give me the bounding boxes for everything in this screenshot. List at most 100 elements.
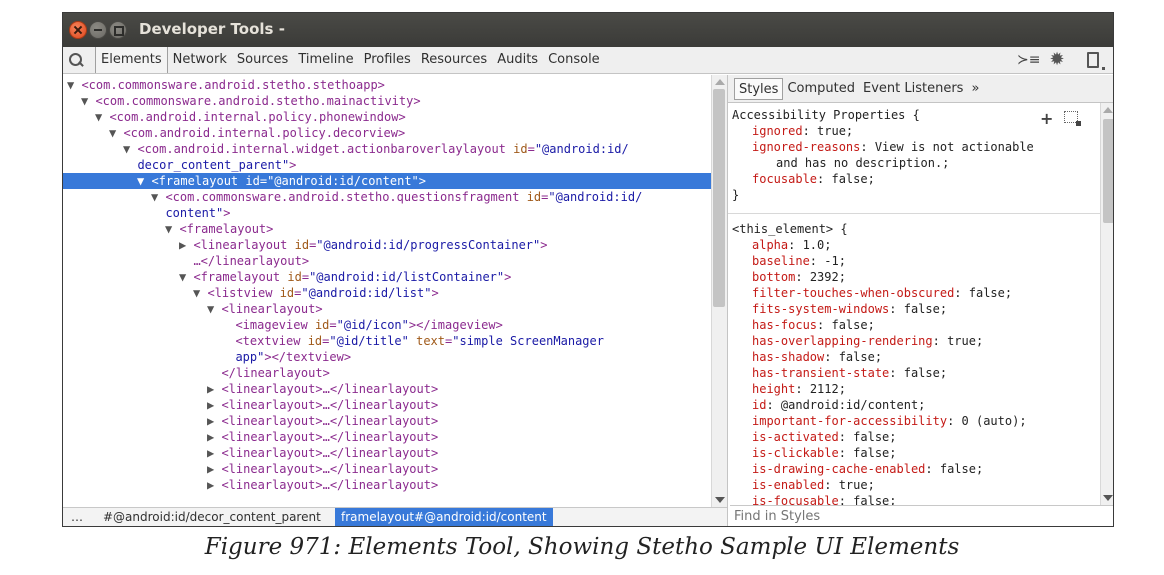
expand-down-icon[interactable]: ▼ bbox=[123, 142, 137, 156]
tab-console[interactable]: Console bbox=[543, 47, 605, 73]
search-icon[interactable] bbox=[67, 52, 87, 70]
title-bar[interactable]: Developer Tools - bbox=[63, 13, 1113, 47]
close-window-button[interactable] bbox=[69, 21, 87, 39]
dom-node[interactable]: ▼ <com.android.internal.policy.decorview… bbox=[63, 125, 711, 141]
sidebar-tab-computed[interactable]: Computed bbox=[783, 78, 859, 100]
dom-node[interactable]: ▶ <linearlayout id="@android:id/progress… bbox=[63, 237, 711, 253]
dom-node-selected[interactable]: ▼ <framelayout id="@android:id/content"> bbox=[63, 173, 711, 189]
breadcrumb-more[interactable]: … bbox=[71, 508, 83, 526]
expand-down-icon[interactable]: ▼ bbox=[179, 270, 193, 284]
more-tabs-icon[interactable]: » bbox=[967, 78, 983, 100]
style-property[interactable]: filter-touches-when-obscured: false; bbox=[752, 285, 1012, 301]
tab-network[interactable]: Network bbox=[168, 47, 232, 73]
dom-node[interactable]: ▼ <framelayout id="@android:id/listConta… bbox=[63, 269, 711, 285]
find-in-styles-input[interactable] bbox=[730, 505, 1113, 526]
style-property[interactable]: and has no description.; bbox=[776, 155, 949, 171]
tab-audits[interactable]: Audits bbox=[492, 47, 543, 73]
dock-icon[interactable] bbox=[1087, 52, 1105, 70]
sidebar-tab-styles[interactable]: Styles bbox=[734, 77, 784, 100]
collapse-right-icon[interactable]: ▶ bbox=[207, 414, 221, 428]
style-property[interactable]: bottom: 2392; bbox=[752, 269, 846, 285]
dom-node[interactable]: ▶ <linearlayout>…</linearlayout> bbox=[63, 381, 711, 397]
expand-down-icon[interactable]: ▼ bbox=[109, 126, 123, 140]
tab-timeline[interactable]: Timeline bbox=[293, 47, 358, 73]
dom-scroll-thumb[interactable] bbox=[713, 89, 725, 307]
style-property[interactable]: is-focusable: false; bbox=[752, 493, 897, 505]
dom-node[interactable]: ▼ <listview id="@android:id/list"> bbox=[63, 285, 711, 301]
expand-down-icon[interactable]: ▼ bbox=[67, 78, 81, 92]
style-property[interactable]: has-transient-state: false; bbox=[752, 365, 947, 381]
collapse-right-icon[interactable]: ▶ bbox=[179, 238, 193, 252]
scroll-down-icon[interactable] bbox=[1103, 495, 1113, 501]
collapse-right-icon[interactable]: ▶ bbox=[207, 446, 221, 460]
expand-down-icon[interactable]: ▼ bbox=[81, 94, 95, 108]
dom-node[interactable]: <imageview id="@id/icon"></imageview> bbox=[63, 317, 711, 333]
dom-node[interactable]: ▼ <linearlayout> bbox=[63, 301, 711, 317]
style-property[interactable]: important-for-accessibility: 0 (auto); bbox=[752, 413, 1027, 429]
dom-node[interactable]: ▶ <linearlayout>…</linearlayout> bbox=[63, 397, 711, 413]
style-property[interactable]: is-enabled: true; bbox=[752, 477, 875, 493]
collapse-right-icon[interactable]: ▶ bbox=[207, 382, 221, 396]
dom-node[interactable]: …</linearlayout> bbox=[63, 253, 711, 269]
dom-node[interactable]: ▼ <com.android.internal.widget.actionbar… bbox=[63, 141, 711, 157]
dom-scrollbar[interactable] bbox=[711, 75, 727, 507]
expand-down-icon[interactable]: ▼ bbox=[95, 110, 109, 124]
dom-node[interactable]: <textview id="@id/title" text="simple Sc… bbox=[63, 333, 711, 349]
dom-node[interactable]: ▼ <com.android.internal.policy.phonewind… bbox=[63, 109, 711, 125]
style-property[interactable]: alpha: 1.0; bbox=[752, 237, 831, 253]
style-property[interactable]: has-focus: false; bbox=[752, 317, 875, 333]
style-property[interactable]: has-shadow: false; bbox=[752, 349, 882, 365]
drawer-icon[interactable]: ≻≡ bbox=[1017, 52, 1040, 68]
styles-scrollbar[interactable] bbox=[1100, 103, 1113, 505]
expand-down-icon[interactable]: ▼ bbox=[137, 174, 151, 188]
dom-node[interactable]: content"> bbox=[63, 205, 711, 221]
tab-sources[interactable]: Sources bbox=[232, 47, 293, 73]
dom-node[interactable]: ▶ <linearlayout>…</linearlayout> bbox=[63, 461, 711, 477]
dom-node[interactable]: ▼ <com.commonsware.android.stetho.stetho… bbox=[63, 77, 711, 93]
breadcrumb-framelayout-content[interactable]: framelayout#@android:id/content bbox=[335, 508, 553, 526]
maximize-window-button[interactable] bbox=[109, 21, 127, 39]
new-style-rule-icon[interactable]: + bbox=[1040, 109, 1053, 128]
element-state-icon[interactable] bbox=[1064, 111, 1081, 126]
collapse-right-icon[interactable]: ▶ bbox=[207, 430, 221, 444]
style-property[interactable]: focusable: false; bbox=[752, 171, 875, 187]
style-property[interactable]: is-clickable: false; bbox=[752, 445, 897, 461]
dom-node[interactable]: ▼ <com.commonsware.android.stetho.mainac… bbox=[63, 93, 711, 109]
minimize-window-button[interactable] bbox=[89, 21, 107, 39]
dom-node[interactable]: ▼ <com.commonsware.android.stetho.questi… bbox=[63, 189, 711, 205]
tab-profiles[interactable]: Profiles bbox=[359, 47, 416, 73]
styles-scroll-thumb[interactable] bbox=[1103, 119, 1113, 223]
dom-node[interactable]: decor_content_parent"> bbox=[63, 157, 711, 173]
dom-node[interactable]: ▶ <linearlayout>…</linearlayout> bbox=[63, 429, 711, 445]
style-property[interactable]: is-activated: false; bbox=[752, 429, 897, 445]
collapse-right-icon[interactable]: ▶ bbox=[207, 478, 221, 492]
expand-down-icon[interactable]: ▼ bbox=[165, 222, 179, 236]
scroll-down-icon[interactable] bbox=[715, 497, 725, 503]
style-property[interactable]: ignored: true; bbox=[752, 123, 853, 139]
style-property[interactable]: height: 2112; bbox=[752, 381, 846, 397]
tab-elements[interactable]: Elements bbox=[95, 47, 168, 73]
dom-node[interactable]: ▶ <linearlayout>…</linearlayout> bbox=[63, 477, 711, 493]
collapse-right-icon[interactable]: ▶ bbox=[207, 462, 221, 476]
dom-node[interactable]: app"></textview> bbox=[63, 349, 711, 365]
style-property[interactable]: ignored-reasons: View is not actionable bbox=[752, 139, 1034, 155]
expand-down-icon[interactable]: ▼ bbox=[151, 190, 165, 204]
scroll-up-icon[interactable] bbox=[1103, 107, 1113, 113]
style-property[interactable]: fits-system-windows: false; bbox=[752, 301, 947, 317]
expand-down-icon[interactable]: ▼ bbox=[193, 286, 207, 300]
dom-node[interactable]: </linearlayout> bbox=[63, 365, 711, 381]
scroll-up-icon[interactable] bbox=[715, 79, 725, 85]
sidebar-tab-event-listeners[interactable]: Event Listeners bbox=[859, 78, 967, 100]
dom-node[interactable]: ▼ <framelayout> bbox=[63, 221, 711, 237]
style-property[interactable]: has-overlapping-rendering: true; bbox=[752, 333, 983, 349]
gear-icon[interactable]: ✹ bbox=[1047, 50, 1067, 70]
style-property[interactable]: id: @android:id/content; bbox=[752, 397, 925, 413]
breadcrumb-decor-content-parent[interactable]: #@android:id/decor_content_parent bbox=[103, 508, 321, 526]
dom-node[interactable]: ▶ <linearlayout>…</linearlayout> bbox=[63, 413, 711, 429]
style-property[interactable]: is-drawing-cache-enabled: false; bbox=[752, 461, 983, 477]
dom-node[interactable]: ▶ <linearlayout>…</linearlayout> bbox=[63, 445, 711, 461]
tab-resources[interactable]: Resources bbox=[416, 47, 492, 73]
collapse-right-icon[interactable]: ▶ bbox=[207, 398, 221, 412]
style-property[interactable]: baseline: -1; bbox=[752, 253, 846, 269]
expand-down-icon[interactable]: ▼ bbox=[207, 302, 221, 316]
